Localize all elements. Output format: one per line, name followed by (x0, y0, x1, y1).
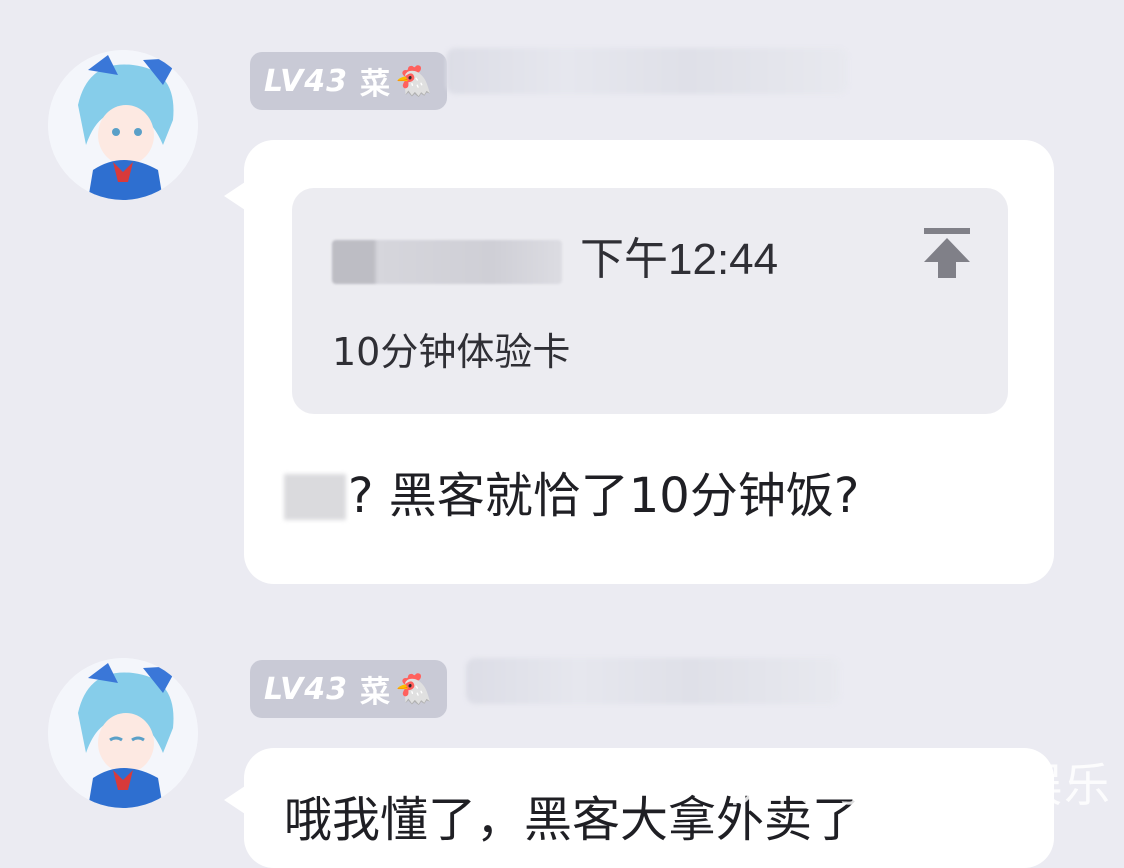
quoted-text: 10分钟体验卡 (332, 330, 571, 374)
username-redacted (446, 48, 848, 94)
quoted-sender-redacted (332, 240, 562, 284)
title-label: 菜 (359, 67, 391, 102)
level-label: LV43 (264, 671, 348, 707)
avatar-image (48, 50, 198, 200)
message-bubble[interactable]: 下午12:44 10分钟体验卡 ? 黑客就恰了10分钟饭? (244, 140, 1054, 584)
quoted-time: 下午12:44 (580, 235, 779, 284)
chicken-icon: 🐔 (394, 63, 434, 99)
watermark: 快传号 / 筷清娱乐 (725, 758, 1112, 812)
avatar-image (48, 658, 198, 808)
mention-redacted (284, 474, 346, 520)
chicken-icon: 🐔 (394, 671, 434, 707)
quoted-message[interactable]: 下午12:44 10分钟体验卡 (292, 188, 1008, 414)
message-text: ? 黑客就恰了10分钟饭? (348, 468, 860, 524)
title-label: 菜 (359, 675, 391, 710)
user-badge: LV43 菜 🐔 (250, 52, 448, 110)
avatar[interactable] (48, 50, 198, 200)
username-redacted (466, 658, 840, 704)
avatar[interactable] (48, 658, 198, 808)
jump-to-original-icon[interactable] (922, 228, 972, 280)
level-label: LV43 (264, 63, 348, 99)
user-badge: LV43 菜 🐔 (250, 660, 448, 718)
